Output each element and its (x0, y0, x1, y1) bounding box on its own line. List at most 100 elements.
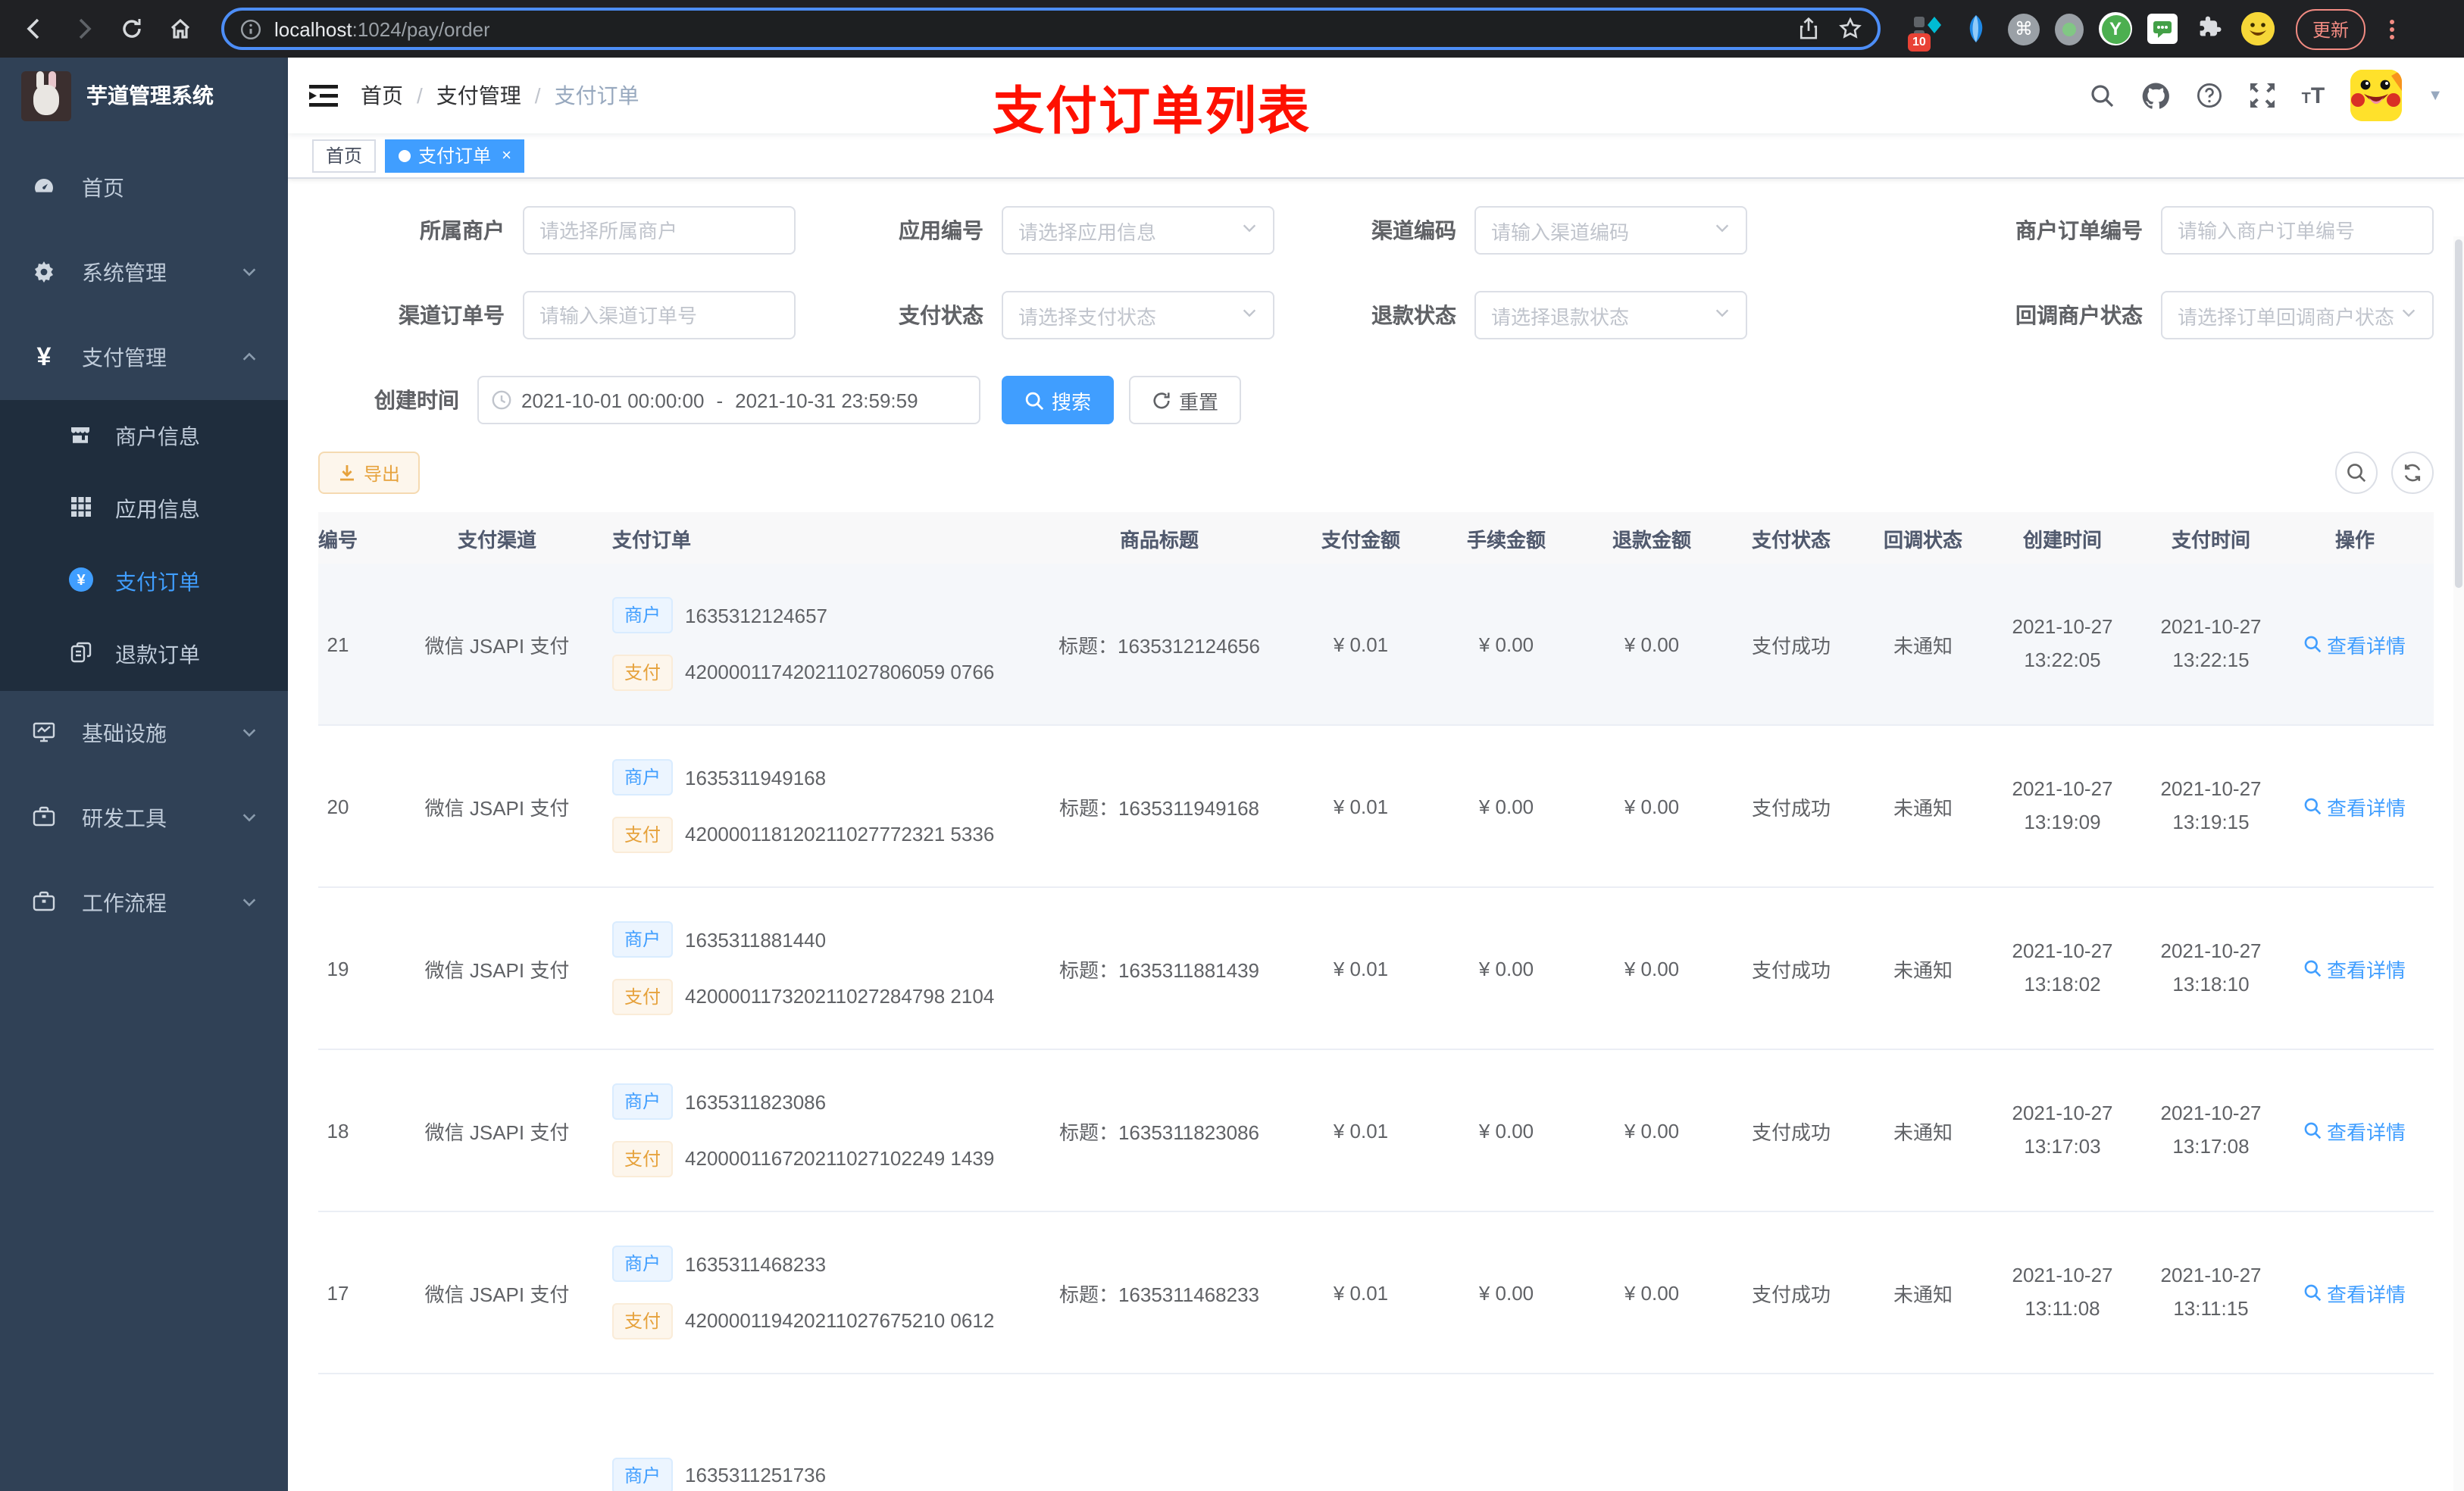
fullscreen-icon[interactable] (2249, 82, 2276, 109)
svg-text:¥: ¥ (76, 572, 85, 589)
pay-status-select[interactable]: 请选择支付状态 (1002, 291, 1274, 339)
chrome-update-button[interactable]: 更新 (2296, 8, 2366, 49)
spinnaker-extension-icon[interactable] (1959, 12, 1993, 45)
refund-status-select[interactable]: 请选择退款状态 (1474, 291, 1747, 339)
sidebar-item-app-info[interactable]: 应用信息 (0, 473, 288, 545)
pay-chip: 支付 (612, 1141, 674, 1177)
status-dot-extension-icon[interactable] (2055, 13, 2084, 45)
create-time-range-input[interactable]: 2021-10-01 00:00:00 - 2021-10-31 23:59:5… (477, 376, 980, 424)
refund-amount: ¥ 0.00 (1624, 1281, 1680, 1304)
help-icon[interactable] (2196, 82, 2223, 109)
breadcrumb: 首页 / 支付管理 / 支付订单 (361, 80, 639, 111)
merchant-chip: 商户 (612, 1457, 674, 1491)
breadcrumb-current: 支付订单 (554, 83, 639, 108)
pay-chip: 支付 (612, 979, 674, 1015)
view-detail-link[interactable]: 查看详情 (2304, 792, 2406, 821)
sidebar-item-merchant-info[interactable]: 商户信息 (0, 400, 288, 473)
sidebar-toggle-icon[interactable] (309, 80, 339, 111)
browser-menu-icon[interactable] (2390, 19, 2395, 39)
fee-amount: ¥ 0.00 (1478, 1281, 1534, 1304)
channel-code-select[interactable]: 请输入渠道编码 (1474, 206, 1747, 255)
extensions-puzzle-icon[interactable] (2193, 12, 2226, 45)
sidebar-item-system[interactable]: 系统管理 (0, 230, 288, 315)
scrollbar[interactable] (2453, 236, 2464, 1491)
chevron-down-icon (241, 891, 258, 915)
tag-home[interactable]: 首页 (312, 139, 377, 172)
chat-extension-icon[interactable] (2147, 14, 2178, 44)
view-detail-link[interactable]: 查看详情 (2304, 630, 2406, 658)
search-icon[interactable] (2090, 83, 2115, 108)
clock-icon (491, 389, 512, 411)
sidebar-item-home[interactable]: 首页 (0, 145, 288, 230)
page-content: 所属商户 应用编号 请选择应用信息 渠道编码 请输入渠道编码 (288, 179, 2464, 1491)
url-text[interactable]: localhost:1024/pay/order (274, 17, 490, 40)
chevron-down-icon (241, 721, 258, 746)
sidebar-item-dev-tools[interactable]: 研发工具 (0, 776, 288, 861)
download-icon (340, 465, 354, 481)
tags-view-bar: 首页 支付订单 × (288, 133, 2464, 179)
table-row[interactable]: 21 微信 JSAPI 支付 商户 1635312124657 支付 42000… (318, 564, 2434, 726)
view-detail-link[interactable]: 查看详情 (2304, 1116, 2406, 1145)
search-button[interactable]: 搜索 (1002, 376, 1115, 424)
sidebar-item-pay-order[interactable]: ¥ 支付订单 (0, 545, 288, 618)
reload-icon[interactable] (112, 9, 152, 48)
font-size-icon[interactable]: TT (2302, 83, 2325, 108)
table-partial-row: 商户 1635311251736 (318, 1374, 2434, 1491)
breadcrumb-payment[interactable]: 支付管理 (436, 80, 521, 111)
app-logo[interactable]: 芋道管理系统 (0, 58, 288, 133)
goods-title: 标题：1635312124656 (1058, 634, 1260, 657)
forward-icon[interactable] (64, 9, 103, 48)
sidebar-item-payment[interactable]: ¥ 支付管理 (0, 315, 288, 400)
pay-order-no: 420000117420211027806059 0766 (685, 661, 995, 683)
address-bar[interactable]: localhost:1024/pay/order (221, 8, 1881, 50)
github-icon[interactable] (2141, 81, 2170, 110)
breadcrumb-home[interactable]: 首页 (361, 80, 403, 111)
copy-document-icon (67, 641, 94, 668)
refresh-list-button[interactable] (2391, 452, 2434, 494)
pay-chip: 支付 (612, 1303, 674, 1339)
chevron-down-icon (1241, 302, 1258, 329)
extension-badge: 10 (1908, 33, 1931, 52)
bookmark-star-icon[interactable] (1838, 17, 1862, 41)
goods-title: 标题：1635311949168 (1058, 796, 1260, 819)
user-avatar[interactable] (2350, 70, 2403, 121)
profile-avatar-icon[interactable] (2241, 12, 2275, 45)
sketch-extension-icon[interactable]: 10 (1908, 12, 1944, 52)
merchant-order-no-input[interactable] (2178, 219, 2417, 242)
command-extension-icon[interactable]: ⌘ (2008, 13, 2040, 45)
tag-close-icon[interactable]: × (502, 146, 511, 164)
avatar-caret-icon[interactable]: ▼ (2428, 87, 2443, 104)
table-row[interactable]: 19 微信 JSAPI 支付 商户 1635311881440 支付 42000… (318, 888, 2434, 1050)
table-row[interactable]: 20 微信 JSAPI 支付 商户 1635311949168 支付 42000… (318, 726, 2434, 888)
paid-time: 2021-10-27 13:17:08 (2160, 1102, 2262, 1158)
sidebar-item-infrastructure[interactable]: 基础设施 (0, 691, 288, 776)
channel-order-no-input[interactable] (539, 304, 779, 327)
merchant-order-no: 1635311823086 (685, 1090, 827, 1113)
app-select[interactable]: 请选择应用信息 (1002, 206, 1274, 255)
notify-status-select[interactable]: 请选择订单回调商户状态 (2161, 291, 2434, 339)
export-button[interactable]: 导出 (318, 452, 421, 494)
sidebar-item-workflow[interactable]: 工作流程 (0, 861, 288, 946)
view-detail-link[interactable]: 查看详情 (2304, 954, 2406, 983)
reset-button[interactable]: 重置 (1129, 376, 1242, 424)
view-detail-link[interactable]: 查看详情 (2304, 1278, 2406, 1307)
table-row[interactable]: 18 微信 JSAPI 支付 商户 1635311823086 支付 42000… (318, 1050, 2434, 1212)
search-icon (2305, 798, 2322, 815)
tag-pay-order[interactable]: 支付订单 × (385, 139, 525, 172)
yen-circle-icon: ¥ (67, 567, 94, 597)
page-annotation: 支付订单列表 (993, 83, 1311, 141)
yudao-extension-icon[interactable]: Y (2099, 12, 2132, 45)
share-icon[interactable] (1797, 17, 1820, 41)
refund-amount: ¥ 0.00 (1624, 633, 1680, 655)
info-icon[interactable] (239, 17, 262, 40)
orders-table: 编号 支付渠道 支付订单 商品标题 支付金额 手续金额 退款金额 支付状态 回调… (318, 512, 2464, 1491)
briefcase-icon (30, 889, 58, 917)
refresh-icon (2404, 464, 2421, 482)
table-row[interactable]: 17 微信 JSAPI 支付 商户 1635311468233 支付 42000… (318, 1212, 2434, 1374)
toggle-search-button[interactable] (2335, 452, 2378, 494)
merchant-filter-input[interactable] (539, 219, 779, 242)
sidebar-item-refund-order[interactable]: 退款订单 (0, 618, 288, 691)
scrollbar-thumb[interactable] (2455, 239, 2462, 588)
back-icon[interactable] (15, 9, 55, 48)
home-icon[interactable] (161, 9, 200, 48)
